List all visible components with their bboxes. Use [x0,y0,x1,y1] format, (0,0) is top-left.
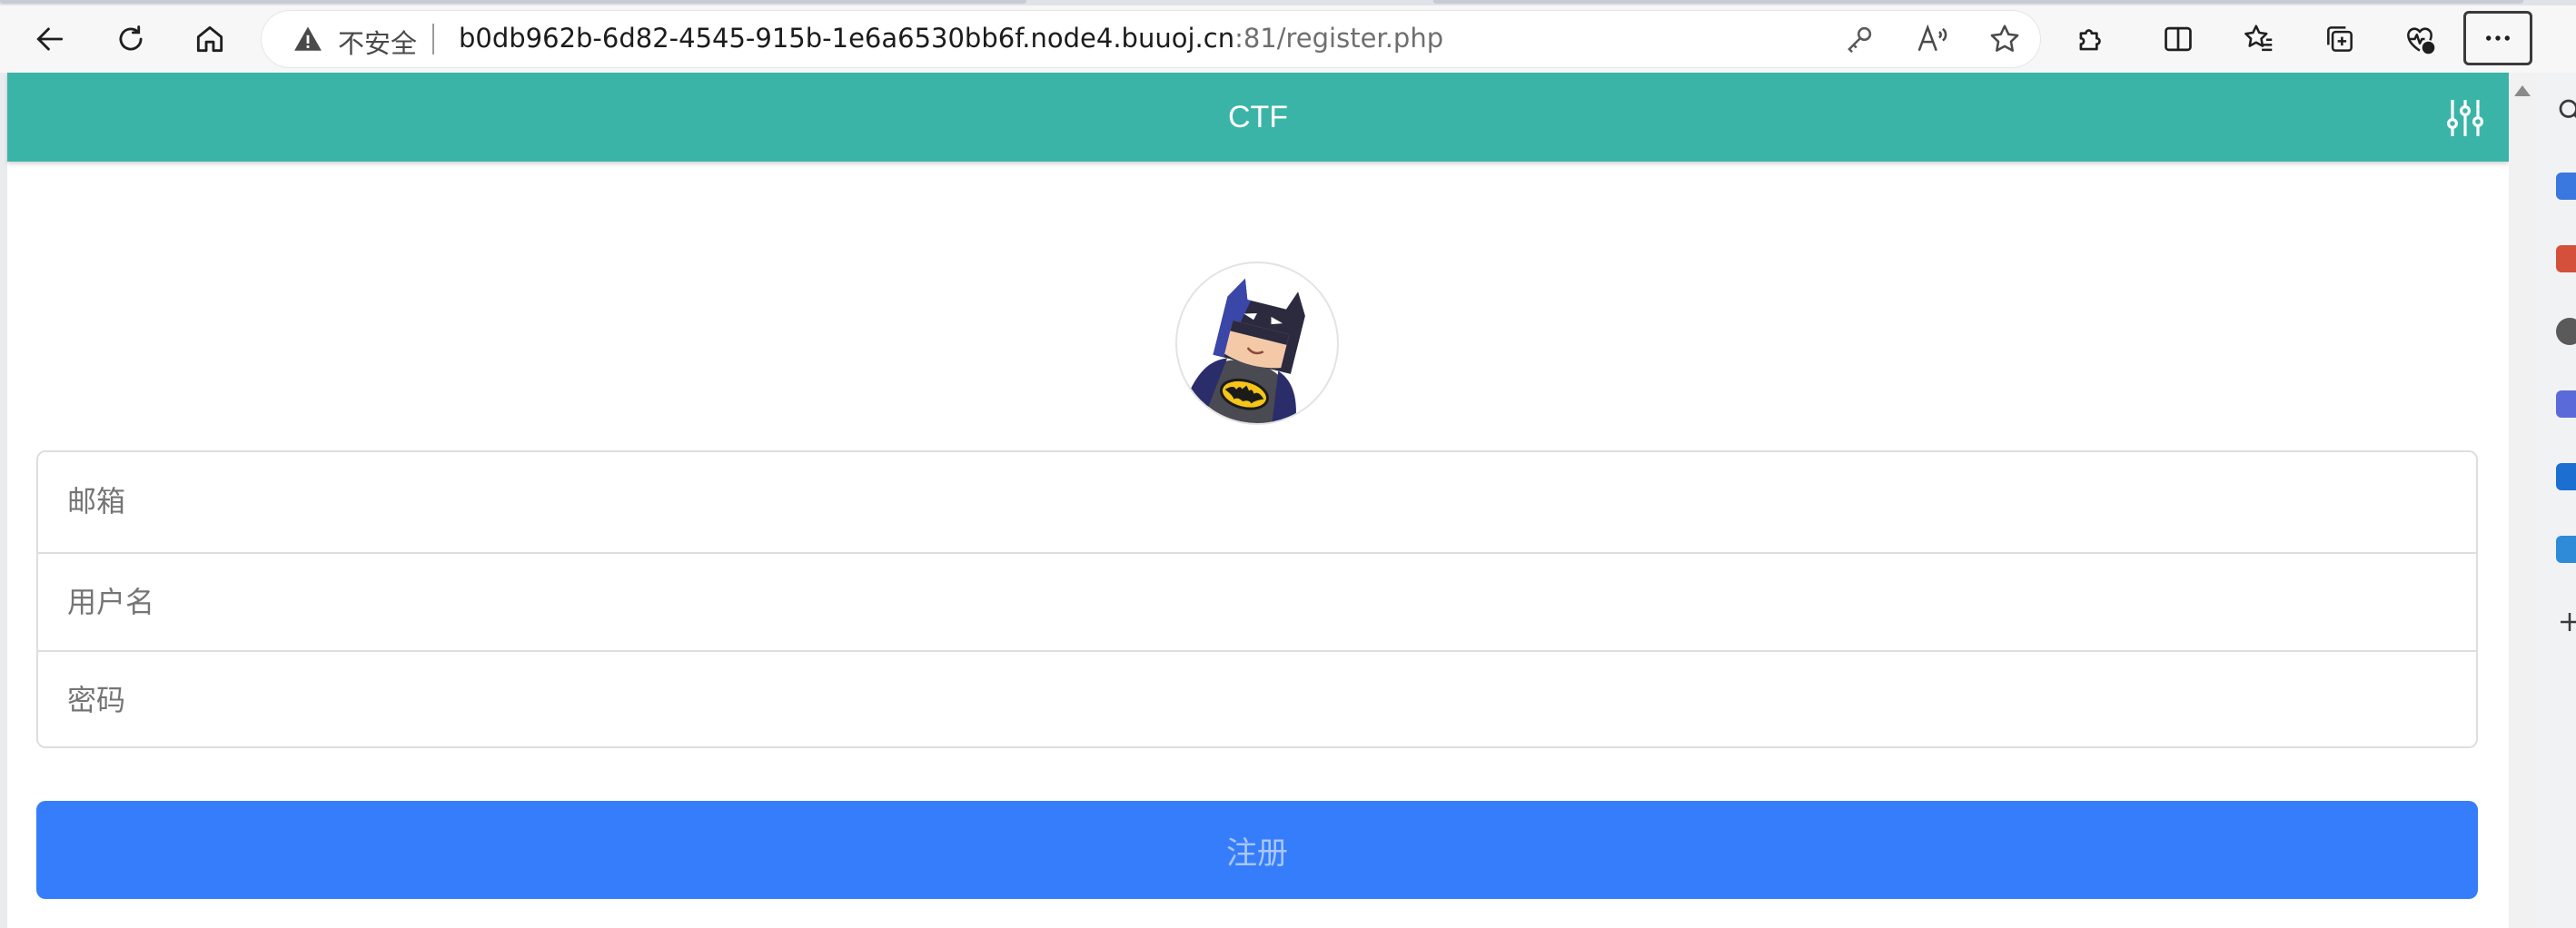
home-button[interactable] [184,14,235,64]
add-icon[interactable] [2556,608,2576,636]
back-button[interactable] [25,14,75,64]
extensions-button[interactable] [2066,14,2116,64]
register-form [36,450,2478,748]
email-field[interactable] [38,452,2476,550]
settings-menu-button[interactable] [2463,11,2532,65]
copilot-icon[interactable] [2556,173,2576,200]
shopping-icon[interactable] [2556,245,2576,272]
performance-button[interactable] [2394,14,2445,64]
batman-avatar [1175,262,1339,425]
warning-icon[interactable] [292,24,323,54]
split-screen-icon [2165,26,2192,52]
inactive-tab-edge[interactable] [1433,0,2523,4]
url-path: :81/register.php [1234,23,1444,54]
address-divider [432,24,434,54]
read-aloud-icon[interactable] [1915,22,1949,56]
split-screen-button[interactable] [2153,14,2204,64]
arrow-left-icon [36,27,64,51]
username-field[interactable] [38,552,2476,650]
page-scrollbar[interactable] [2509,73,2536,928]
star-icon[interactable] [1987,22,2022,56]
more-icon [2486,35,2510,41]
search-icon[interactable] [2556,96,2576,123]
outlook-icon[interactable] [2556,463,2576,490]
collections-icon [2327,26,2353,52]
browser-toolbar: 不安全 b0db962b-6d82-4545-915b-1e6a6530bb6f… [0,5,2576,73]
favorites-button[interactable] [2234,14,2284,64]
home-icon [196,25,223,53]
collections-button[interactable] [2314,14,2365,64]
refresh-button[interactable] [105,14,156,64]
people-icon[interactable] [2556,318,2576,345]
favorites-icon [2244,25,2273,52]
address-bar[interactable]: 不安全 b0db962b-6d82-4545-915b-1e6a6530bb6f… [262,11,2040,67]
password-field[interactable] [38,650,2476,748]
register-button[interactable]: 注册 [36,801,2478,899]
site-header: CTF [7,73,2509,162]
sliders-icon[interactable] [2443,96,2487,140]
batman-illustration [1183,278,1305,423]
active-tab-edge[interactable] [0,0,1026,4]
url-text[interactable]: b0db962b-6d82-4545-915b-1e6a6530bb6f.nod… [459,23,1443,54]
drop-icon[interactable] [2556,536,2576,563]
web-page: CTF 邮箱 用户名 注册 [7,73,2509,928]
puzzle-icon [2079,29,2101,51]
browser-sidebar [2536,73,2576,928]
url-host: b0db962b-6d82-4545-915b-1e6a6530bb6f.nod… [459,23,1235,54]
key-icon[interactable] [1842,22,1877,56]
security-label[interactable]: 不安全 [338,23,417,61]
heartbeat-icon [2407,27,2435,54]
site-title: CTF [1227,100,1289,134]
scroll-up-arrow[interactable] [2514,85,2531,96]
games-icon[interactable] [2556,390,2576,418]
refresh-icon [119,25,143,51]
